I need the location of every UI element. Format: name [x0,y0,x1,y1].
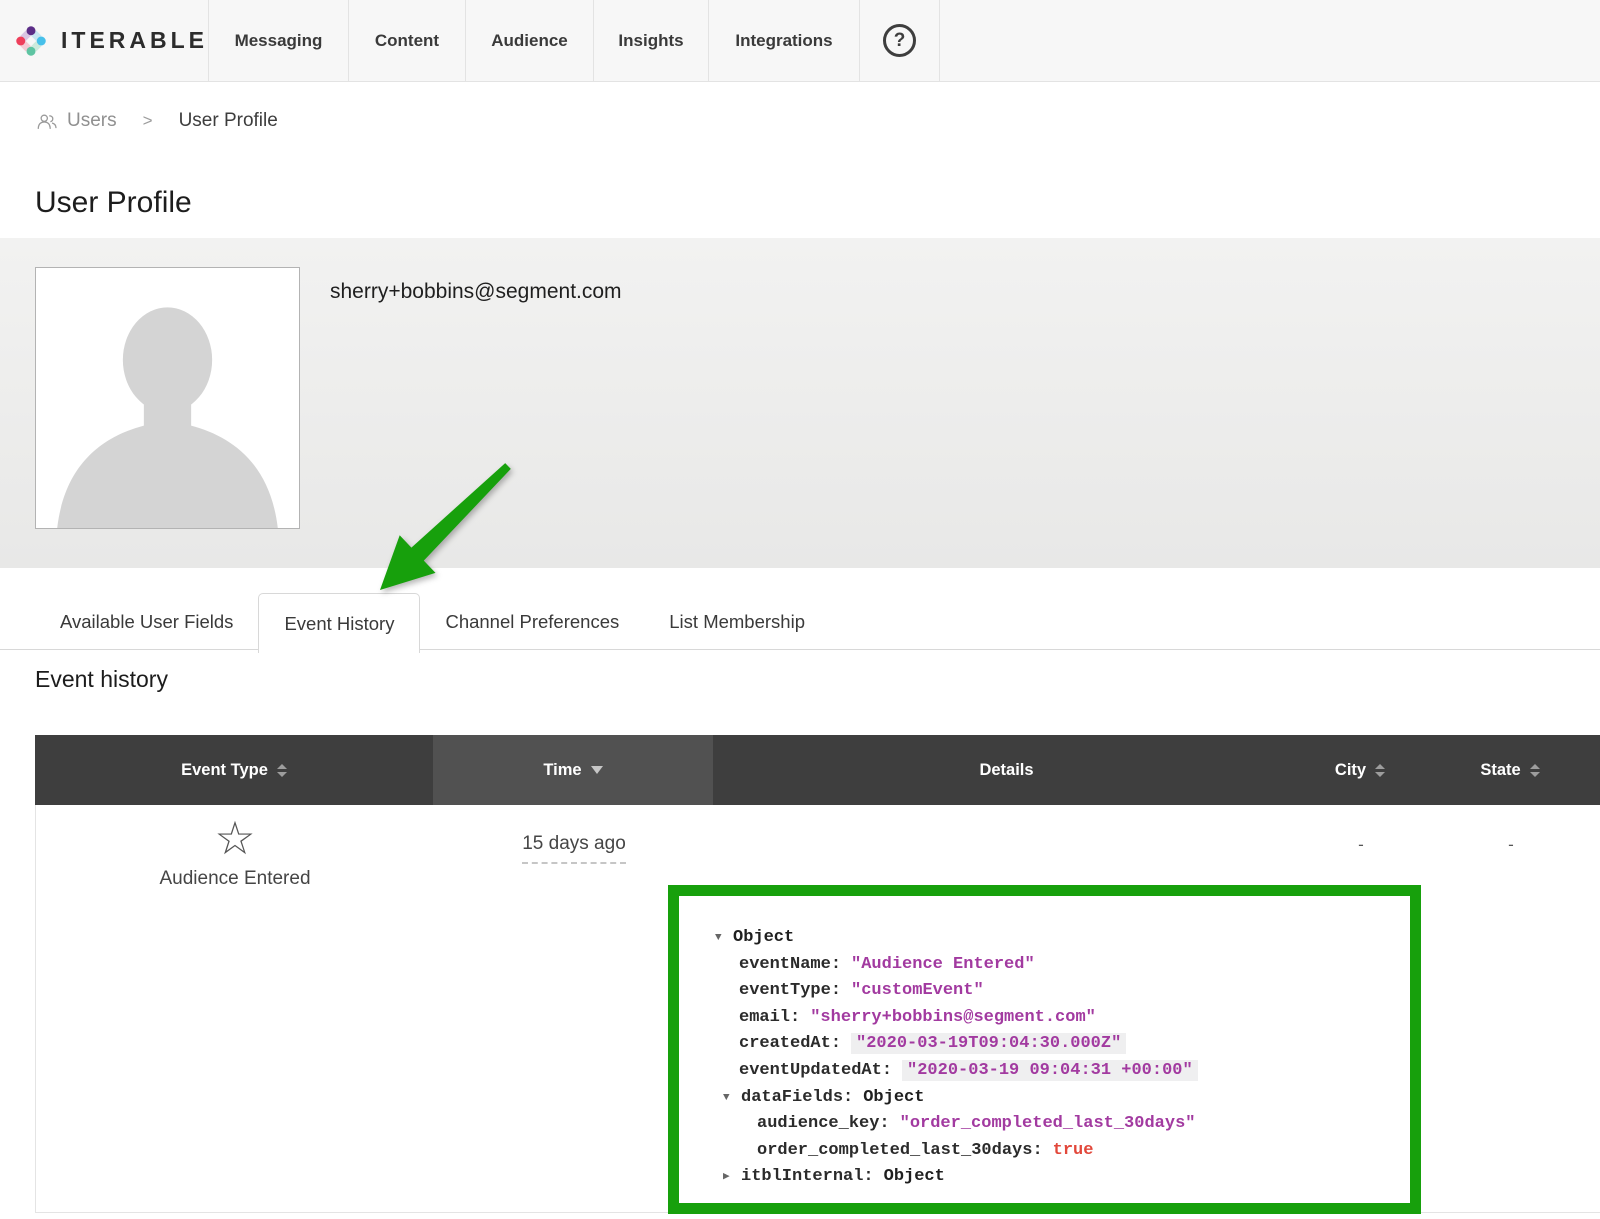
sort-icon [1530,764,1540,777]
collapse-icon[interactable]: ▼ [723,1085,741,1112]
json-node-dataFields: ▼dataFields:Object [715,1085,1396,1112]
tab-channel-preferences[interactable]: Channel Preferences [420,593,644,650]
json-field-email: email:"sherry+bobbins@segment.com" [715,1005,1396,1032]
profile-hero: sherry+bobbins@segment.com [0,238,1600,568]
tab-list-membership[interactable]: List Membership [644,593,830,650]
expand-icon[interactable]: ▶ [723,1164,741,1191]
state-cell: - [1421,805,1600,1212]
nav-item-messaging[interactable]: Messaging [208,0,348,81]
help-button[interactable]: ? [859,0,940,81]
user-profile-page: ITERABLE Messaging Content Audience Insi… [0,0,1600,1219]
profile-email: sherry+bobbins@segment.com [330,280,622,304]
json-root-node: ▼Object [715,925,1396,952]
avatar [35,267,300,529]
users-icon [36,113,58,130]
event-type-label: Audience Entered [159,868,310,890]
column-header-event-type[interactable]: Event Type [35,735,433,805]
sort-icon [277,764,287,777]
json-field-eventType: eventType:"customEvent" [715,978,1396,1005]
event-type-cell: ☆ Audience Entered [36,805,434,1212]
iterable-diamond-icon [16,13,46,69]
help-icon: ? [883,24,916,57]
page-title: User Profile [35,186,192,220]
nav-item-insights[interactable]: Insights [593,0,708,81]
breadcrumb-chevron-icon: > [143,111,153,131]
event-history-heading: Event history [35,666,168,693]
json-field-createdAt: createdAt:"2020-03-19T09:04:30.000Z" [715,1031,1396,1058]
top-nav: ITERABLE Messaging Content Audience Insi… [0,0,1600,82]
breadcrumb-users-label: Users [67,110,117,132]
column-header-time[interactable]: Time [433,735,713,805]
sort-icon [1375,764,1385,777]
nav-item-content[interactable]: Content [348,0,465,81]
json-field-order-completed: order_completed_last_30days:true [715,1138,1396,1165]
avatar-placeholder-icon [36,268,299,528]
collapse-icon[interactable]: ▼ [715,925,733,952]
column-header-state[interactable]: State [1420,735,1600,805]
json-field-eventUpdatedAt: eventUpdatedAt:"2020-03-19 09:04:31 +00:… [715,1058,1396,1085]
nav-item-integrations[interactable]: Integrations [708,0,859,81]
breadcrumb-current: User Profile [179,110,278,132]
iterable-logo[interactable]: ITERABLE [0,0,208,81]
table-header: Event Type Time Details City State [35,735,1600,805]
tab-available-user-fields[interactable]: Available User Fields [35,593,258,650]
tab-event-history[interactable]: Event History [258,593,420,653]
nav-item-audience[interactable]: Audience [465,0,593,81]
column-header-details: Details [713,735,1300,805]
brand-wordmark: ITERABLE [61,27,208,54]
json-field-eventName: eventName:"Audience Entered" [715,952,1396,979]
json-node-itblInternal: ▶itblInternal:Object [715,1164,1396,1191]
column-header-city[interactable]: City [1300,735,1420,805]
breadcrumb-users-link[interactable]: Users [36,110,117,132]
json-field-audience-key: audience_key:"order_completed_last_30day… [715,1111,1396,1138]
time-ago-text[interactable]: 15 days ago [522,833,626,864]
profile-tabs: Available User Fields Event History Chan… [0,593,1600,650]
breadcrumb: Users > User Profile [36,110,278,132]
details-json-annotation-box: ▼Object eventName:"Audience Entered" eve… [668,885,1421,1214]
sort-desc-icon [591,766,603,774]
star-icon: ☆ [214,811,255,866]
